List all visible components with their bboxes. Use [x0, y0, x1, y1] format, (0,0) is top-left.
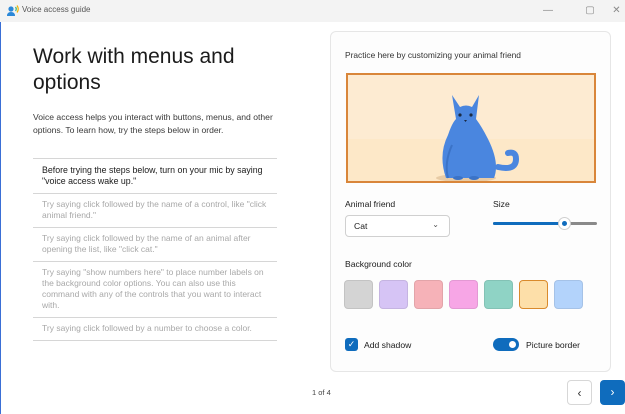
chevron-down-icon: ⌄	[432, 220, 439, 229]
chevron-right-icon: ›	[610, 385, 615, 399]
color-swatch-7[interactable]	[554, 280, 583, 309]
cat-illustration	[436, 95, 520, 181]
window-frame-left	[0, 0, 1, 414]
steps-list: Before trying the steps below, turn on y…	[33, 158, 277, 341]
next-button[interactable]: ›	[600, 380, 625, 405]
title-bar: Voice access guide — ▢ ✕	[0, 0, 625, 22]
animal-friend-label: Animal friend	[345, 199, 396, 209]
color-swatch-2[interactable]	[379, 280, 408, 309]
size-slider-fill	[493, 222, 564, 225]
window-title: Voice access guide	[22, 5, 91, 14]
step-item: Try saying click followed by the name of…	[33, 228, 277, 262]
color-swatch-6[interactable]	[519, 280, 548, 309]
page-title: Work with menus and options	[33, 45, 235, 94]
step-item: Try saying click followed by a number to…	[33, 318, 277, 341]
intro-text: Voice access helps you interact with but…	[33, 112, 273, 135]
background-color-label: Background color	[345, 259, 412, 269]
color-swatch-5[interactable]	[484, 280, 513, 309]
voice-access-app-icon	[7, 5, 19, 16]
add-shadow-label: Add shadow	[364, 340, 412, 350]
add-shadow-checkbox[interactable]: ✓	[345, 338, 358, 351]
picture-border-toggle[interactable]	[493, 338, 519, 351]
page-counter: 1 of 4	[312, 388, 331, 397]
color-swatch-1[interactable]	[344, 280, 373, 309]
picture-border-label: Picture border	[526, 340, 580, 350]
size-slider[interactable]	[493, 217, 597, 230]
animal-friend-dropdown[interactable]: Cat ⌄	[345, 215, 450, 237]
animal-preview	[346, 73, 596, 183]
previous-button[interactable]: ‹	[567, 380, 592, 405]
practice-panel: Practice here by customizing your animal…	[330, 31, 611, 372]
color-swatch-3[interactable]	[414, 280, 443, 309]
chevron-left-icon: ‹	[577, 386, 582, 400]
step-item: Try saying click followed by the name of…	[33, 194, 277, 228]
step-item: Try saying "show numbers here" to place …	[33, 262, 277, 318]
size-slider-thumb[interactable]	[557, 217, 571, 230]
practice-title: Practice here by customizing your animal…	[345, 50, 521, 60]
animal-friend-value: Cat	[354, 221, 368, 231]
step-item: Before trying the steps below, turn on y…	[33, 158, 277, 194]
maximize-button[interactable]: ▢	[578, 2, 602, 20]
size-label: Size	[493, 199, 510, 209]
minimize-button[interactable]: —	[536, 2, 560, 20]
close-button[interactable]: ✕	[608, 2, 625, 20]
color-swatch-4[interactable]	[449, 280, 478, 309]
